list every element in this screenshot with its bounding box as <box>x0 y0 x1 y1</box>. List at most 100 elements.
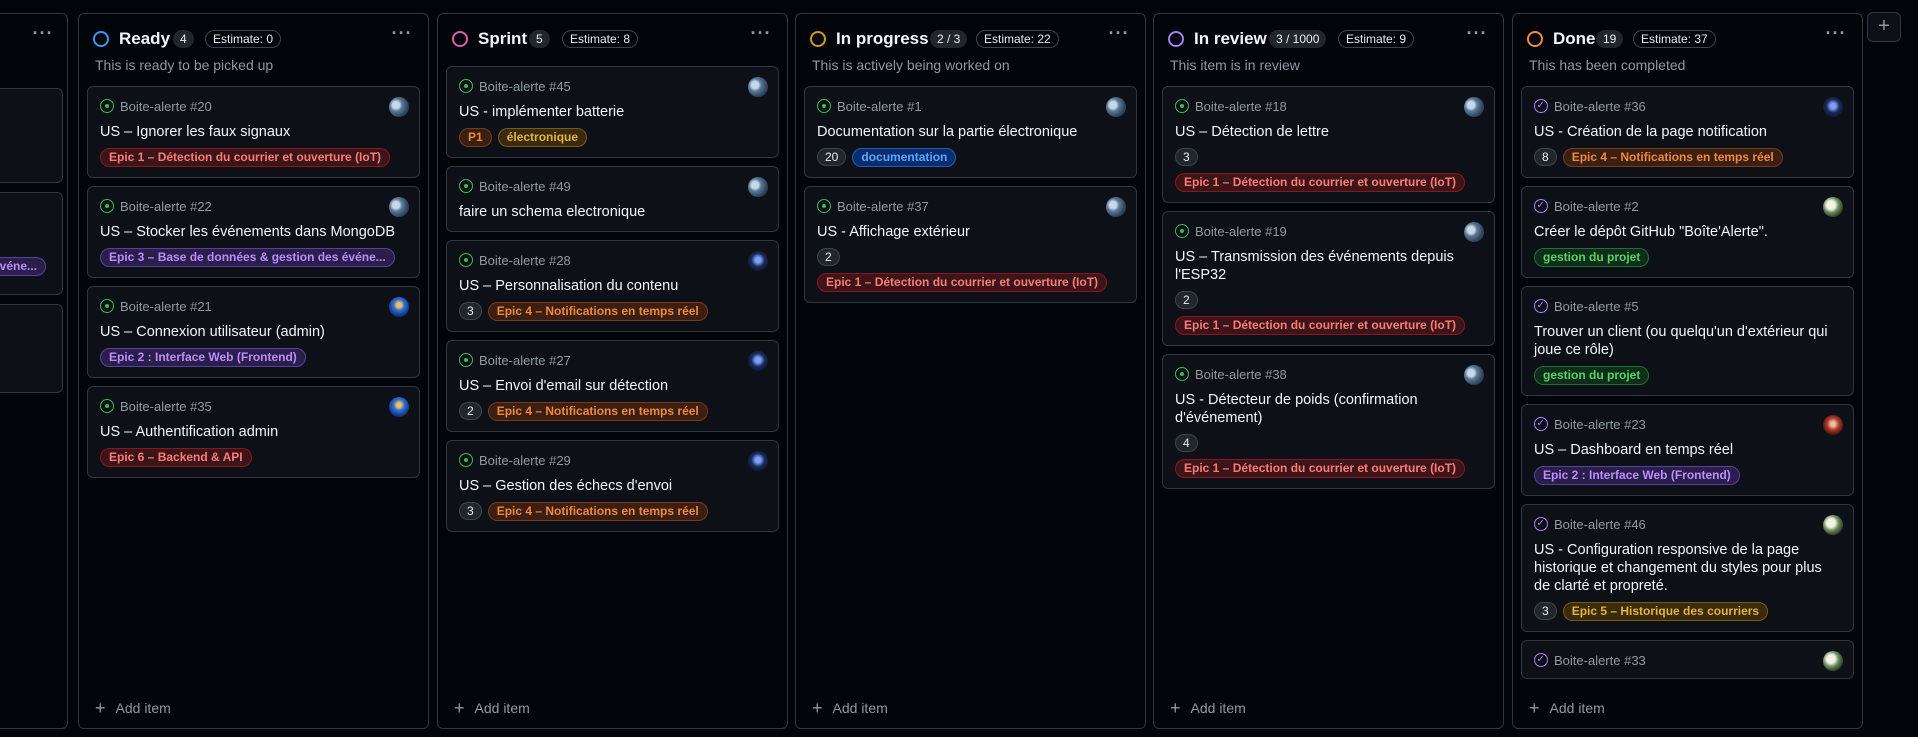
assignee-avatar[interactable] <box>389 197 409 217</box>
add-column-button[interactable]: + <box>1867 12 1901 42</box>
issue-title[interactable]: US – Détection de lettre <box>1175 123 1482 141</box>
issue-title[interactable]: US – Authentification admin <box>100 423 407 441</box>
issue-label[interactable]: gestion du projet <box>1534 248 1650 267</box>
issue-title[interactable]: US - Affichage extérieur <box>817 223 1124 241</box>
issue-card[interactable]: Boite-alerte #35 US – Authentification ad… <box>87 386 420 478</box>
issue-label[interactable]: Epic 4 – Notifications en temps réel <box>487 502 708 521</box>
issue-card[interactable]: Boite-alerte #33 <box>1521 640 1854 679</box>
issue-label[interactable]: Epic 1 – Détection du courrier et ouvert… <box>817 273 1108 292</box>
issue-reference[interactable]: Boite-alerte #38 <box>1195 367 1287 382</box>
issue-label[interactable]: Epic 4 – Notifications en temps réel <box>1562 148 1783 167</box>
issue-card[interactable]: Boite-alerte #18 US – Détection de lettre… <box>1162 86 1495 203</box>
issue-card[interactable]: Boite-alerte #38 US - Détecteur de poids … <box>1162 354 1495 489</box>
issue-title[interactable]: US - Création de la page notification <box>1534 123 1841 141</box>
column-menu-ready-icon[interactable]: ··· <box>390 24 414 46</box>
assignee-avatar[interactable] <box>1106 197 1126 217</box>
issue-label[interactable]: Epic 2 : Interface Web (Frontend) <box>1534 466 1740 485</box>
issue-title[interactable]: US – Stocker les événements dans MongoDB <box>100 223 407 241</box>
issue-reference[interactable]: Boite-alerte #22 <box>120 199 212 214</box>
assignee-avatar[interactable] <box>1823 197 1843 217</box>
assignee-avatar[interactable] <box>748 177 768 197</box>
issue-label[interactable]: gestion du projet <box>1534 366 1650 385</box>
card-partial-2[interactable]: événe... <box>0 192 63 295</box>
column-menu-in-progress-icon[interactable]: ··· <box>1107 24 1131 46</box>
assignee-avatar[interactable] <box>748 451 768 471</box>
assignee-avatar[interactable] <box>1823 651 1843 671</box>
issue-title[interactable]: US – Envoi d'email sur détection <box>459 377 766 395</box>
issue-reference[interactable]: Boite-alerte #29 <box>479 453 571 468</box>
issue-label[interactable]: Epic 4 – Notifications en temps réel <box>487 302 708 321</box>
assignee-avatar[interactable] <box>389 397 409 417</box>
assignee-avatar[interactable] <box>389 97 409 117</box>
issue-reference[interactable]: Boite-alerte #36 <box>1554 99 1646 114</box>
issue-card[interactable]: Boite-alerte #36 US - Création de la page… <box>1521 86 1854 178</box>
issue-label[interactable]: Epic 4 – Notifications en temps réel <box>487 402 708 421</box>
assignee-avatar[interactable] <box>1823 415 1843 435</box>
issue-card[interactable]: Boite-alerte #5 Trouver un client (ou que… <box>1521 286 1854 396</box>
column-menu-done-icon[interactable]: ··· <box>1824 24 1848 46</box>
card-partial-3[interactable] <box>0 304 63 393</box>
assignee-avatar[interactable] <box>748 251 768 271</box>
assignee-avatar[interactable] <box>1106 97 1126 117</box>
card-partial-1[interactable] <box>0 88 63 183</box>
issue-label[interactable]: documentation <box>852 148 957 167</box>
issue-title[interactable]: US – Personnalisation du contenu <box>459 277 766 295</box>
issue-title[interactable]: US – Transmission des événements depuis … <box>1175 248 1482 284</box>
issue-card[interactable]: Boite-alerte #19 US – Transmission des év… <box>1162 211 1495 346</box>
column-menu-in-review-icon[interactable]: ··· <box>1465 24 1489 46</box>
add-item-button[interactable]: + Add item <box>454 698 530 718</box>
issue-card[interactable]: Boite-alerte #1 Documentation sur la part… <box>804 86 1137 178</box>
column-menu-sprint-icon[interactable]: ··· <box>749 24 773 46</box>
issue-label[interactable]: P1 <box>459 128 492 147</box>
issue-reference[interactable]: Boite-alerte #19 <box>1195 224 1287 239</box>
issue-reference[interactable]: Boite-alerte #1 <box>837 99 922 114</box>
issue-card[interactable]: Boite-alerte #27 US – Envoi d'email sur d… <box>446 340 779 432</box>
issue-reference[interactable]: Boite-alerte #49 <box>479 179 571 194</box>
issue-card[interactable]: Boite-alerte #46 US - Configuration respo… <box>1521 504 1854 632</box>
assignee-avatar[interactable] <box>1464 365 1484 385</box>
issue-title[interactable]: US – Gestion des échecs d'envoi <box>459 477 766 495</box>
add-item-button[interactable]: + Add item <box>95 698 171 718</box>
issue-title[interactable]: US - Détecteur de poids (confirmation d'… <box>1175 391 1482 427</box>
issue-reference[interactable]: Boite-alerte #46 <box>1554 517 1646 532</box>
issue-reference[interactable]: Boite-alerte #33 <box>1554 653 1646 668</box>
issue-title[interactable]: Documentation sur la partie électronique <box>817 123 1124 141</box>
issue-reference[interactable]: Boite-alerte #23 <box>1554 417 1646 432</box>
issue-title[interactable]: faire un schema electronique <box>459 203 766 221</box>
issue-reference[interactable]: Boite-alerte #5 <box>1554 299 1639 314</box>
issue-card[interactable]: Boite-alerte #37 US - Affichage extérieur… <box>804 186 1137 303</box>
issue-card[interactable]: Boite-alerte #28 US – Personnalisation du… <box>446 240 779 332</box>
issue-reference[interactable]: Boite-alerte #21 <box>120 299 212 314</box>
issue-label[interactable]: Epic 1 – Détection du courrier et ouvert… <box>1175 316 1466 335</box>
issue-reference[interactable]: Boite-alerte #27 <box>479 353 571 368</box>
assignee-avatar[interactable] <box>1823 515 1843 535</box>
assignee-avatar[interactable] <box>748 77 768 97</box>
assignee-avatar[interactable] <box>1464 97 1484 117</box>
issue-label[interactable]: Epic 1 – Détection du courrier et ouvert… <box>1175 459 1466 478</box>
issue-reference[interactable]: Boite-alerte #35 <box>120 399 212 414</box>
issue-reference[interactable]: Boite-alerte #37 <box>837 199 929 214</box>
issue-card[interactable]: Boite-alerte #20 US – Ignorer les faux si… <box>87 86 420 178</box>
issue-title[interactable]: Trouver un client (ou quelqu'un d'extéri… <box>1534 323 1841 359</box>
assignee-avatar[interactable] <box>1823 97 1843 117</box>
issue-card[interactable]: Boite-alerte #29 US – Gestion des échecs … <box>446 440 779 532</box>
issue-card[interactable]: Boite-alerte #2 Créer le dépôt GitHub "Bo… <box>1521 186 1854 278</box>
issue-reference[interactable]: Boite-alerte #20 <box>120 99 212 114</box>
issue-title[interactable]: US – Ignorer les faux signaux <box>100 123 407 141</box>
issue-reference[interactable]: Boite-alerte #2 <box>1554 199 1639 214</box>
issue-reference[interactable]: Boite-alerte #45 <box>479 79 571 94</box>
issue-reference[interactable]: Boite-alerte #18 <box>1195 99 1287 114</box>
issue-title[interactable]: Créer le dépôt GitHub "Boîte'Alerte". <box>1534 223 1841 241</box>
issue-card[interactable]: Boite-alerte #21 US – Connexion utilisate… <box>87 286 420 378</box>
issue-label[interactable]: Epic 6 – Backend & API <box>100 448 252 467</box>
issue-title[interactable]: US – Connexion utilisateur (admin) <box>100 323 407 341</box>
assignee-avatar[interactable] <box>389 297 409 317</box>
column-menu-icon[interactable]: ··· <box>31 24 55 46</box>
issue-title[interactable]: US - implémenter batterie <box>459 103 766 121</box>
issue-card[interactable]: Boite-alerte #23 US – Dashboard en temps … <box>1521 404 1854 496</box>
issue-label[interactable]: Epic 1 – Détection du courrier et ouvert… <box>100 148 391 167</box>
issue-label[interactable]: électronique <box>497 128 588 147</box>
assignee-avatar[interactable] <box>1464 222 1484 242</box>
issue-label[interactable]: Epic 2 : Interface Web (Frontend) <box>100 348 306 367</box>
issue-reference[interactable]: Boite-alerte #28 <box>479 253 571 268</box>
